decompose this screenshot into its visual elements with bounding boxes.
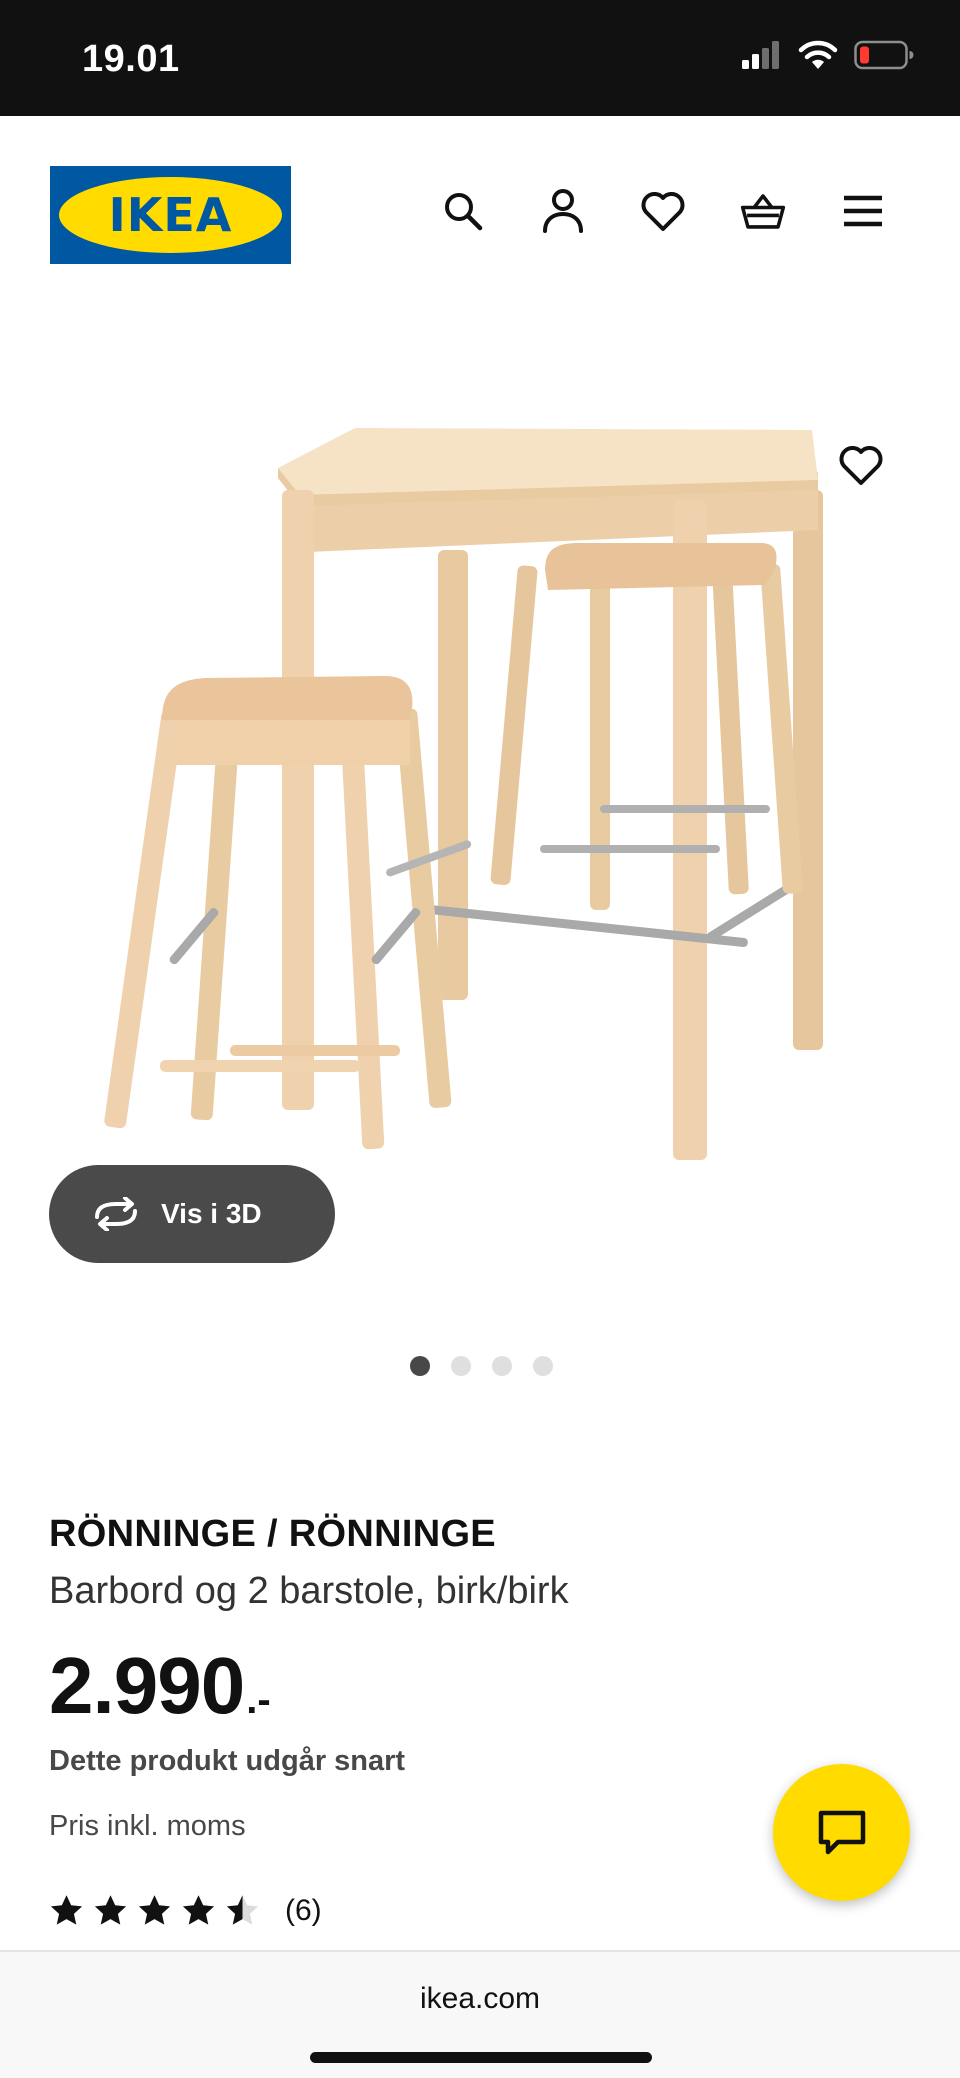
star-icon xyxy=(50,1895,83,1925)
carousel-dot[interactable] xyxy=(451,1356,471,1376)
discontinued-note: Dette produkt udgår snart xyxy=(49,1745,406,1777)
carousel-dot[interactable] xyxy=(533,1356,553,1376)
url-label[interactable]: ikea.com xyxy=(0,1982,960,2016)
status-icons xyxy=(742,40,914,70)
chat-button[interactable] xyxy=(773,1764,910,1901)
product-rating[interactable]: (6) xyxy=(49,1893,322,1928)
battery-level xyxy=(860,46,869,64)
review-count: (6) xyxy=(285,1893,322,1927)
home-indicator[interactable] xyxy=(310,2052,652,2063)
site-header: IKEA xyxy=(0,116,960,306)
wifi-icon xyxy=(798,40,838,69)
star-icon xyxy=(182,1895,215,1925)
rotate-3d-icon xyxy=(95,1197,137,1231)
battery-low-icon xyxy=(854,40,914,70)
product-description: Barbord og 2 barstole, birk/birk xyxy=(49,1570,569,1612)
price-suffix: .- xyxy=(246,1678,271,1722)
vat-note: Pris inkl. moms xyxy=(49,1810,246,1842)
basket-icon xyxy=(740,194,786,229)
product-price: 2.990 .- xyxy=(49,1640,271,1732)
star-icon xyxy=(94,1895,127,1925)
image-carousel-dots xyxy=(410,1356,553,1376)
heart-icon xyxy=(839,446,883,485)
status-time: 19.01 xyxy=(82,38,180,80)
menu-icon xyxy=(844,195,882,227)
carousel-dot[interactable] xyxy=(492,1356,512,1376)
view-in-3d-label: Vis i 3D xyxy=(161,1198,262,1229)
account-icon xyxy=(543,189,583,233)
chat-icon xyxy=(818,1810,865,1854)
favorites-button[interactable] xyxy=(640,188,686,234)
basket-button[interactable] xyxy=(740,188,786,234)
favorites-icon xyxy=(641,192,685,231)
menu-button[interactable] xyxy=(840,188,886,234)
add-to-favorites-button[interactable] xyxy=(836,440,886,490)
star-icon xyxy=(138,1895,171,1925)
browser-bar: ikea.com xyxy=(0,1950,960,2078)
product-name: RÖNNINGE / RÖNNINGE xyxy=(49,1513,496,1555)
search-icon xyxy=(445,193,483,231)
carousel-dot[interactable] xyxy=(410,1356,430,1376)
half-star-icon xyxy=(226,1895,259,1925)
right-stool xyxy=(490,543,803,910)
account-button[interactable] xyxy=(540,188,586,234)
status-bar: 19.01 xyxy=(0,0,960,116)
search-button[interactable] xyxy=(440,188,486,234)
ikea-logo[interactable]: IKEA xyxy=(50,166,291,264)
header-icons xyxy=(440,188,886,234)
signal-icon xyxy=(742,41,779,69)
view-in-3d-button[interactable]: Vis i 3D xyxy=(49,1165,335,1263)
price-value: 2.990 xyxy=(49,1641,245,1730)
logo-text: IKEA xyxy=(108,188,233,242)
